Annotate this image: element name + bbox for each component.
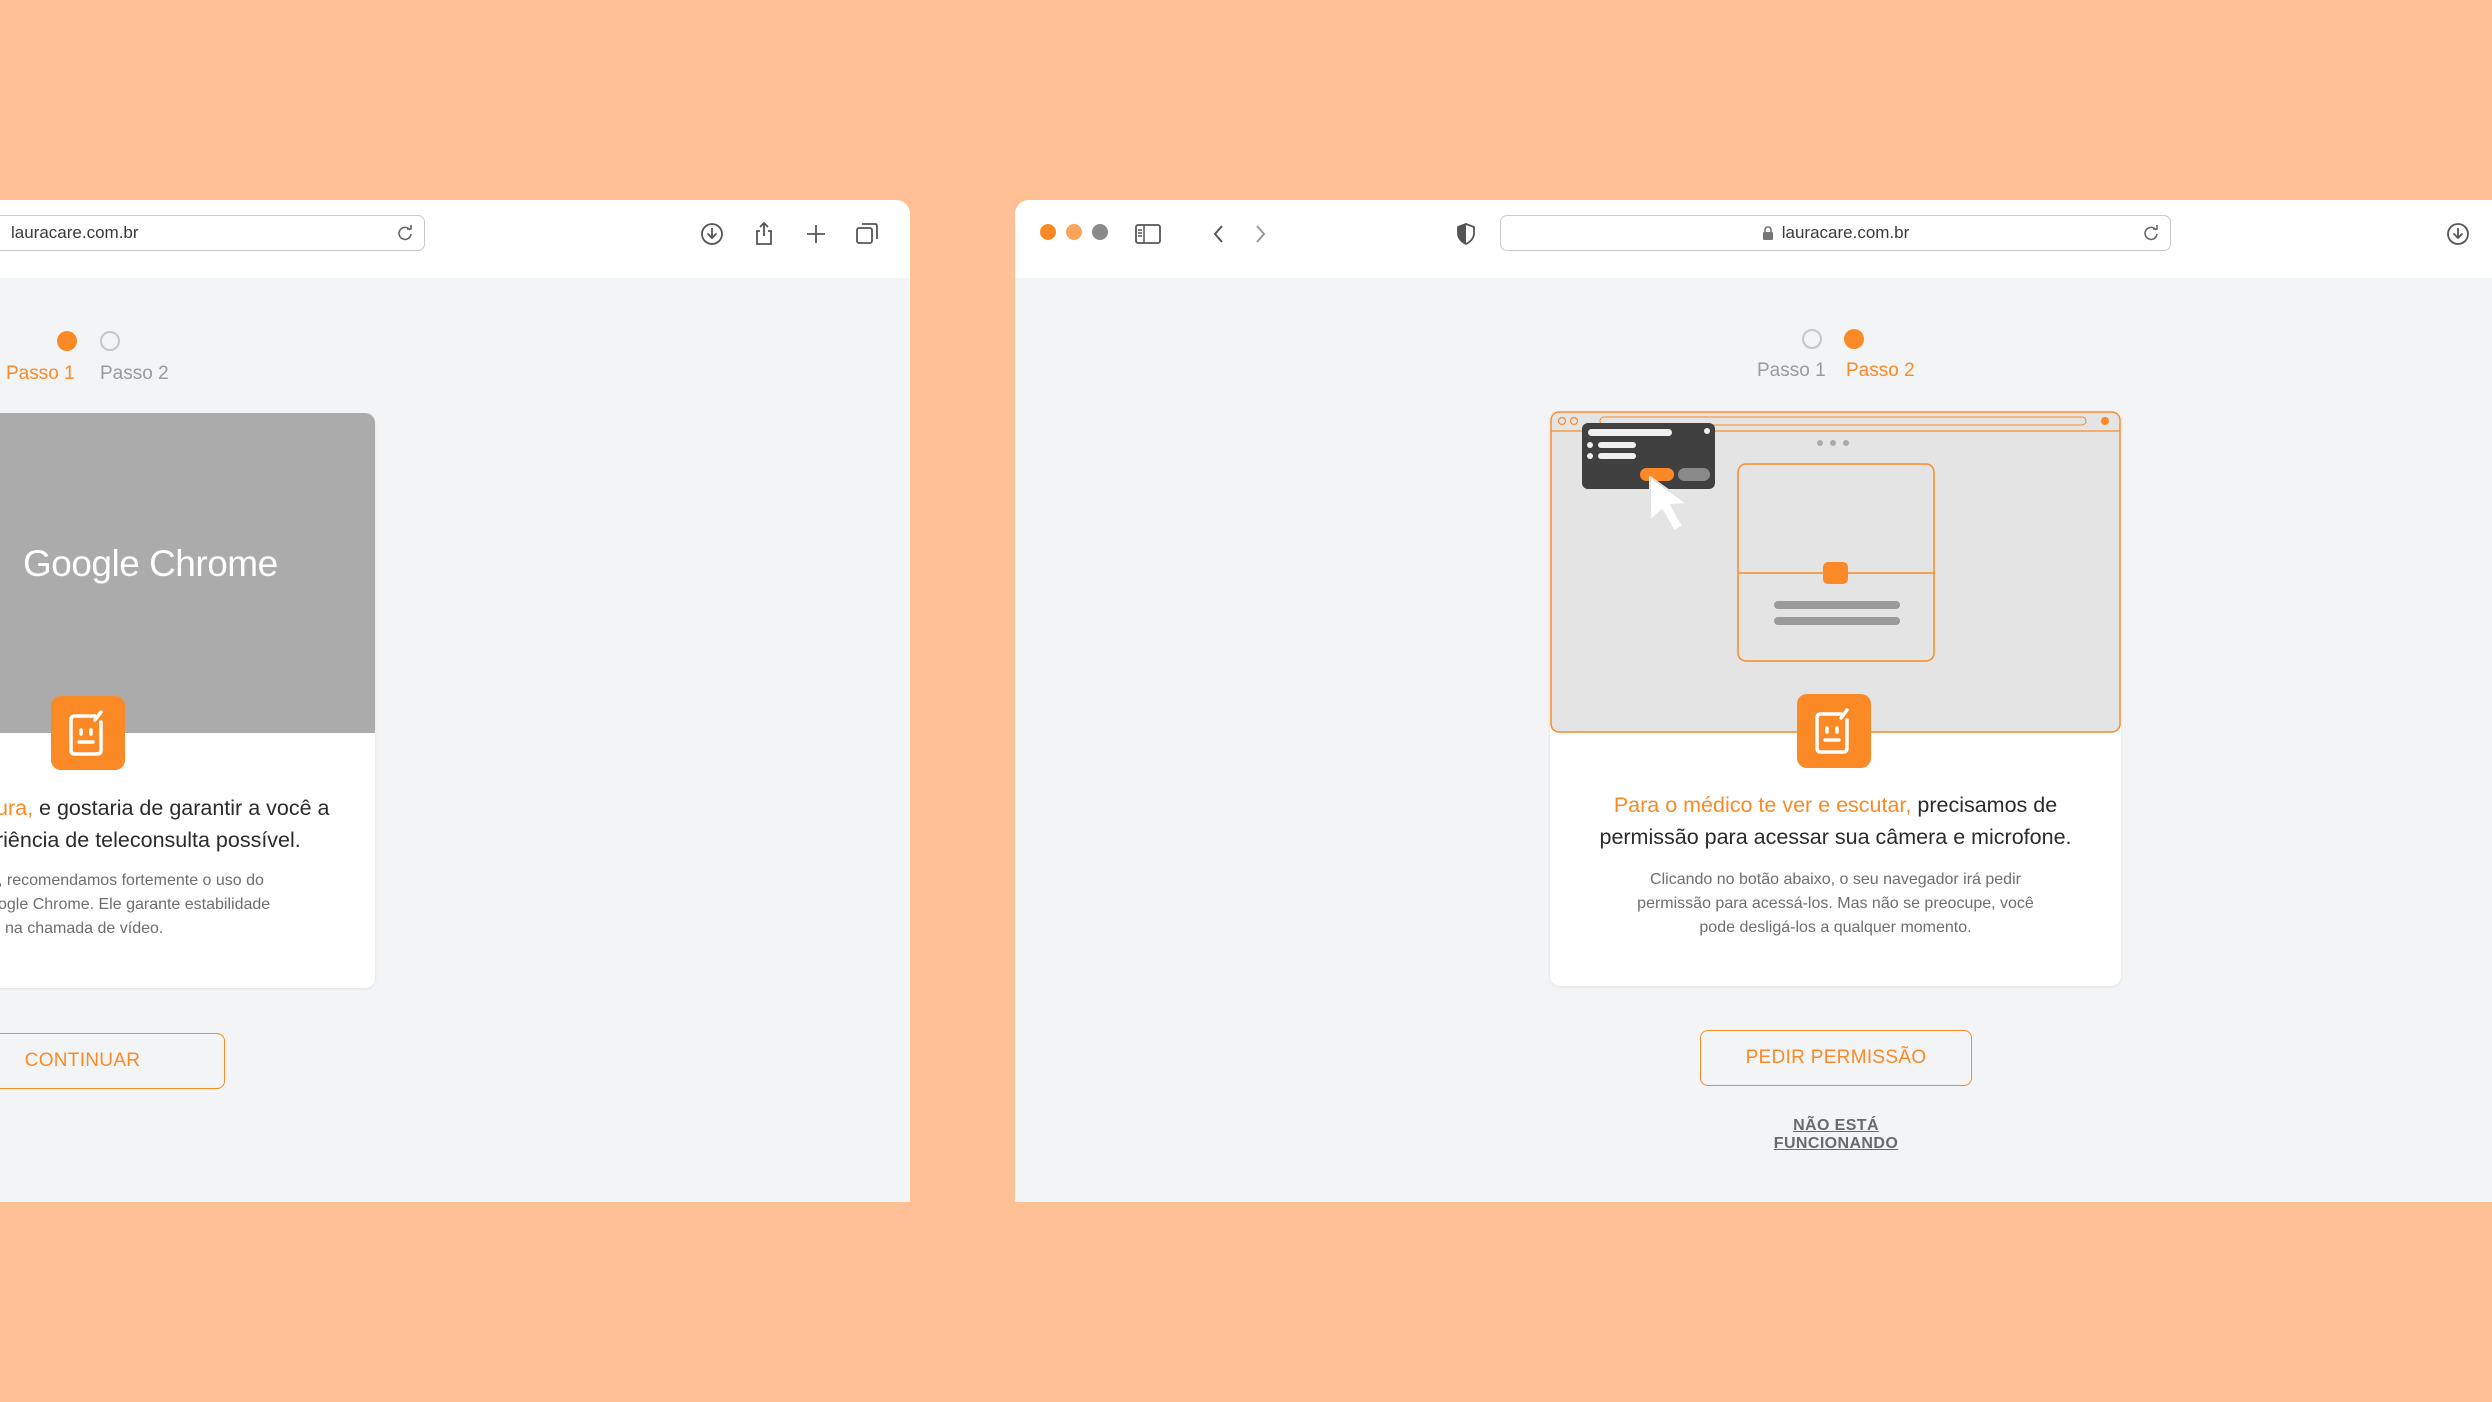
step-2-dot	[100, 331, 120, 351]
lauracare-app-icon	[1797, 694, 1871, 768]
step-1-dot	[57, 331, 77, 351]
address-bar[interactable]: lauracare.com.br	[0, 215, 425, 251]
headline: Para o médico te ver e escutar, precisam…	[1550, 789, 2121, 853]
share-icon[interactable]	[750, 220, 778, 248]
description-line: , recomendamos fortemente o uso do	[0, 872, 264, 889]
back-icon[interactable]	[1205, 220, 1233, 248]
description: , recomendamos fortemente o uso do ogle …	[0, 869, 338, 941]
description-line: Clicando no botão abaixo, o seu navegado…	[1650, 871, 2021, 888]
step-2-label: Passo 2	[1846, 360, 1915, 381]
browser-window-right: lauracare.com.br Passo 1 Passo 2 Para o …	[1015, 200, 2492, 1202]
step-2-dot	[1844, 329, 1864, 349]
headline-highlight: Para o médico te ver e escutar,	[1613, 793, 1912, 817]
step-1-dot	[1802, 329, 1822, 349]
hero-banner: Google Chrome	[0, 413, 375, 733]
window-controls	[1040, 224, 1108, 240]
headline-line2: riência de teleconsulta possível.	[0, 828, 301, 852]
step-2-label: Passo 2	[100, 363, 169, 384]
minimize-window-button[interactable]	[1066, 224, 1082, 240]
not-working-link[interactable]: NÃO ESTÁ FUNCIONANDO	[1735, 1117, 1937, 1153]
lock-icon	[1762, 225, 1774, 241]
headline-highlight: ura,	[0, 796, 34, 820]
headline: ura, e gostaria de garantir a você a riê…	[0, 792, 396, 856]
browser-toolbar: lauracare.com.br	[1015, 200, 2492, 278]
description-line: permissão para acessá-los. Mas não se pr…	[1637, 895, 2034, 912]
browser-window-left: lauracare.com.br Passo 1 Passo 2 Google …	[0, 200, 910, 1202]
tabs-overview-icon[interactable]	[853, 220, 881, 248]
zoom-window-button[interactable]	[1092, 224, 1108, 240]
step-1-label: Passo 1	[6, 363, 75, 384]
request-permission-button[interactable]: PEDIR PERMISSÃO	[1700, 1030, 1972, 1086]
description-line: ogle Chrome. Ele garante estabilidade	[0, 896, 271, 913]
continue-button[interactable]: CONTINUAR	[0, 1033, 225, 1089]
privacy-shield-icon[interactable]	[1452, 220, 1480, 248]
forward-icon[interactable]	[1246, 220, 1274, 248]
reload-icon[interactable]	[2140, 222, 2162, 249]
sidebar-icon[interactable]	[1134, 220, 1162, 248]
close-window-button[interactable]	[1040, 224, 1056, 240]
google-chrome-logo: Google Chrome	[23, 543, 278, 584]
reload-icon[interactable]	[394, 222, 416, 249]
address-bar-url: lauracare.com.br	[11, 223, 139, 242]
browser-toolbar: lauracare.com.br	[0, 200, 910, 278]
headline-line2: permissão para acessar sua câmera e micr…	[1599, 825, 2072, 849]
step-1-label: Passo 1	[1757, 360, 1826, 381]
description: Clicando no botão abaixo, o seu navegado…	[1550, 868, 2121, 940]
headline-line1: e gostaria de garantir a você a	[33, 796, 330, 820]
address-bar-url: lauracare.com.br	[1781, 223, 1910, 242]
headline-line1: precisamos de	[1911, 793, 2058, 817]
download-icon[interactable]	[2444, 220, 2472, 248]
description-line: pode desligá-los a qualquer momento.	[1699, 919, 1972, 936]
address-bar[interactable]: lauracare.com.br	[1500, 215, 2171, 251]
lauracare-app-icon	[51, 696, 125, 770]
download-icon[interactable]	[698, 220, 726, 248]
description-line: na chamada de vídeo.	[5, 920, 164, 937]
new-tab-icon[interactable]	[802, 220, 830, 248]
permission-illustration	[1550, 411, 2121, 733]
